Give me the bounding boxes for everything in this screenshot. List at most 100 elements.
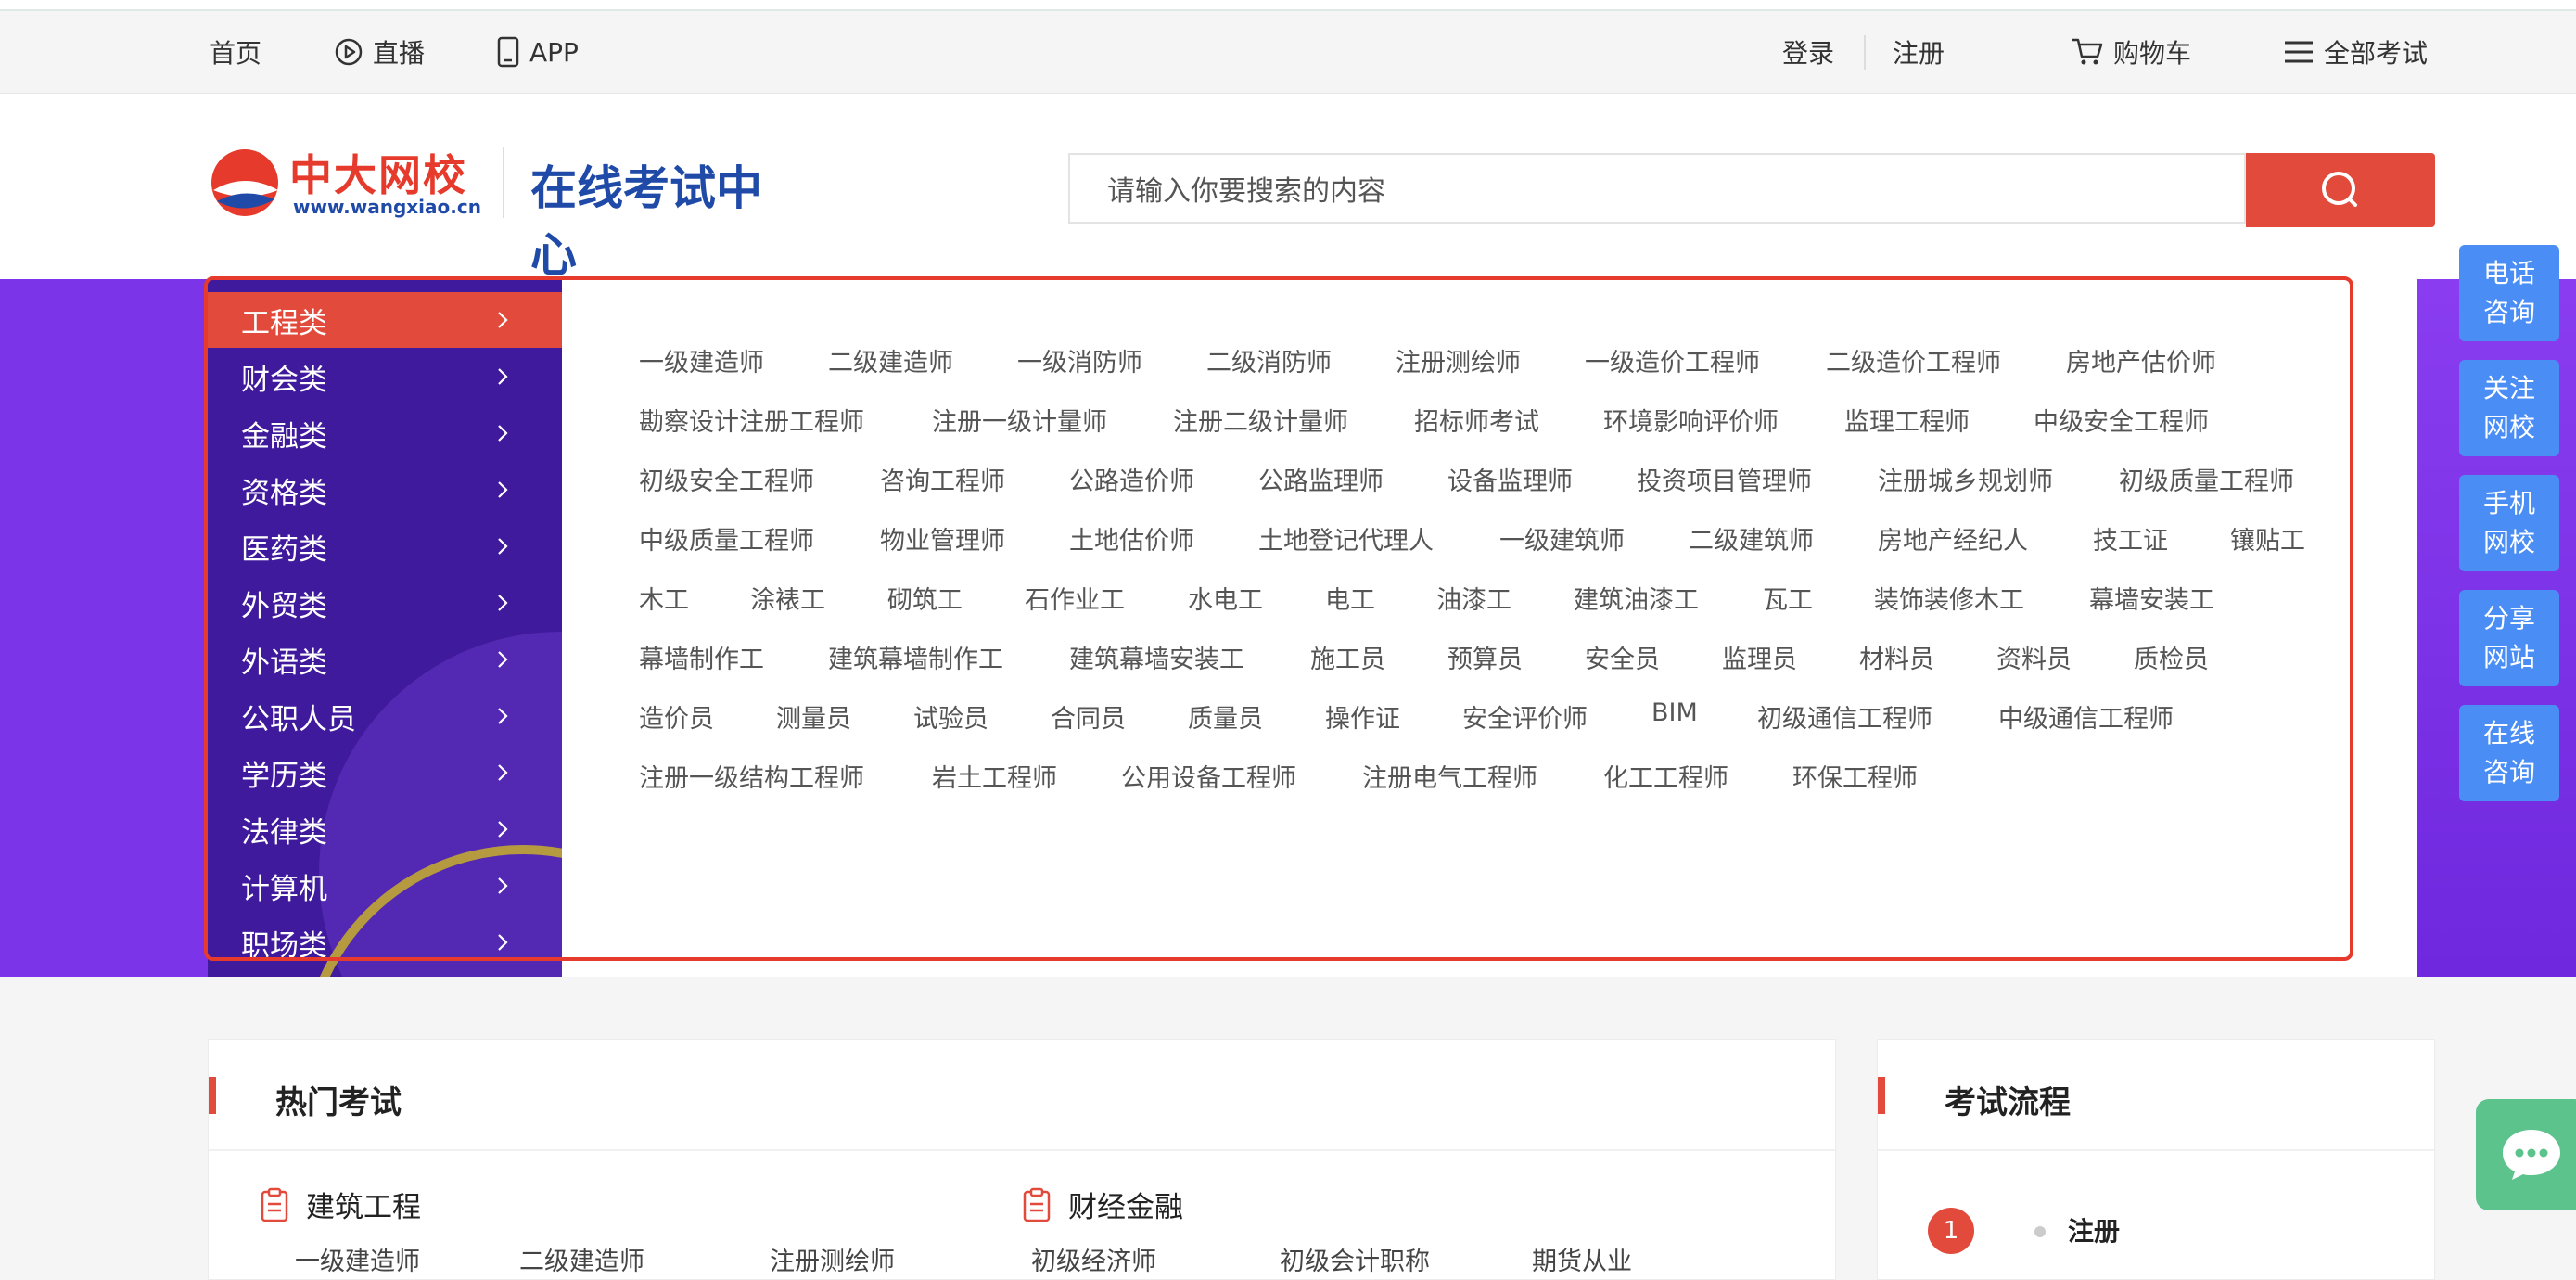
exam-link[interactable]: 监理工程师 (1844, 402, 1970, 438)
side-action-button[interactable]: 分享 网站 (2459, 590, 2559, 686)
category-item[interactable]: 工程类 (208, 292, 562, 348)
exam-link[interactable]: 技工证 (2093, 520, 2168, 557)
category-item[interactable]: 外贸类 (208, 575, 562, 631)
exam-link[interactable]: 房地产估价师 (2066, 342, 2216, 378)
side-action-button[interactable]: 关注 网校 (2459, 360, 2559, 456)
exam-link[interactable]: 注册二级计量师 (1173, 402, 1348, 438)
exam-link[interactable]: 二级造价工程师 (1826, 342, 2001, 378)
exam-link[interactable]: 勘察设计注册工程师 (639, 402, 864, 438)
exam-link[interactable]: 质量员 (1188, 698, 1263, 735)
exam-link[interactable]: 注册一级结构工程师 (639, 758, 864, 794)
exam-link[interactable]: 测量员 (776, 698, 851, 735)
exam-link[interactable]: 环境影响评价师 (1603, 402, 1779, 438)
exam-link[interactable]: 一级造价工程师 (1585, 342, 1760, 378)
exam-link[interactable]: 造价员 (639, 698, 714, 735)
site-logo[interactable]: 中大网校 www.wangxiao.cn 在线考试中心 (208, 142, 801, 282)
all-exams-menu[interactable]: 全部考试 (2283, 11, 2428, 93)
category-item[interactable]: 财会类 (208, 349, 562, 404)
exam-link[interactable]: 镶贴工 (2230, 520, 2305, 557)
exam-link[interactable]: 建筑幕墙安装工 (1069, 639, 1244, 675)
exam-link[interactable]: 公路监理师 (1258, 461, 1384, 497)
exam-link[interactable]: 注册城乡规划师 (1878, 461, 2053, 497)
exam-link[interactable]: 试验员 (913, 698, 988, 735)
exam-link[interactable]: 中级通信工程师 (1998, 698, 2174, 735)
category-item[interactable]: 职场类 (208, 915, 562, 970)
category-item[interactable]: 医药类 (208, 518, 562, 574)
hot-exam-link[interactable]: 注册测绘师 (770, 1241, 895, 1277)
exam-link[interactable]: 监理员 (1722, 639, 1797, 675)
exam-link[interactable]: 安全员 (1585, 639, 1660, 675)
exam-link[interactable]: 石作业工 (1025, 580, 1125, 616)
cart-link[interactable]: 购物车 (2071, 11, 2191, 93)
exam-link[interactable]: 注册一级计量师 (932, 402, 1107, 438)
exam-link[interactable]: 幕墙安装工 (2089, 580, 2214, 616)
exam-link[interactable]: 土地估价师 (1069, 520, 1194, 557)
exam-link[interactable]: 木工 (639, 580, 689, 616)
exam-link[interactable]: 施工员 (1310, 639, 1385, 675)
category-item[interactable]: 计算机 (208, 858, 562, 914)
exam-link[interactable]: 注册测绘师 (1396, 342, 1521, 378)
exam-link[interactable]: 设备监理师 (1447, 461, 1573, 497)
hot-group-finance[interactable]: 财经金融 (1022, 1184, 1183, 1225)
exam-link[interactable]: 建筑幕墙制作工 (828, 639, 1003, 675)
exam-link[interactable]: 中级安全工程师 (2034, 402, 2209, 438)
exam-link[interactable]: 涂裱工 (750, 580, 825, 616)
exam-link[interactable]: 初级安全工程师 (639, 461, 814, 497)
chat-button[interactable] (2476, 1099, 2576, 1210)
exam-link[interactable]: 安全评价师 (1462, 698, 1588, 735)
exam-link[interactable]: 瓦工 (1763, 580, 1813, 616)
search-input[interactable]: 请输入你要搜索的内容 (1068, 153, 2246, 224)
exam-link[interactable]: 岩土工程师 (932, 758, 1057, 794)
category-item[interactable]: 金融类 (208, 405, 562, 461)
exam-link[interactable]: 材料员 (1859, 639, 1934, 675)
exam-link[interactable]: 公用设备工程师 (1121, 758, 1296, 794)
exam-link[interactable]: 砌筑工 (887, 580, 963, 616)
step-label[interactable]: 注册 (2068, 1211, 2120, 1248)
side-action-button[interactable]: 在线 咨询 (2459, 705, 2559, 801)
category-item[interactable]: 公职人员 (208, 688, 562, 744)
exam-link[interactable]: 房地产经纪人 (1878, 520, 2028, 557)
register-link[interactable]: 注册 (1893, 11, 1945, 93)
exam-link[interactable]: 二级建筑师 (1689, 520, 1814, 557)
exam-link[interactable]: 幕墙制作工 (639, 639, 764, 675)
exam-link[interactable]: 化工工程师 (1603, 758, 1728, 794)
search-button[interactable] (2246, 153, 2435, 227)
exam-link[interactable]: 二级建造师 (828, 342, 953, 378)
exam-link[interactable]: 水电工 (1188, 580, 1263, 616)
exam-link[interactable]: 电工 (1325, 580, 1375, 616)
nav-live-link[interactable]: 直播 (334, 11, 425, 93)
exam-link[interactable]: 油漆工 (1436, 580, 1511, 616)
hot-exam-link[interactable]: 二级建造师 (519, 1241, 644, 1277)
exam-link[interactable]: 操作证 (1325, 698, 1400, 735)
exam-link[interactable]: 物业管理师 (880, 520, 1005, 557)
category-item[interactable]: 外语类 (208, 632, 562, 687)
category-item[interactable]: 法律类 (208, 801, 562, 857)
nav-app-link[interactable]: APP (496, 11, 579, 93)
exam-link[interactable]: 一级建筑师 (1499, 520, 1625, 557)
exam-link[interactable]: 中级质量工程师 (639, 520, 814, 557)
hot-exam-link[interactable]: 期货从业 (1532, 1241, 1632, 1277)
exam-link[interactable]: 招标师考试 (1414, 402, 1539, 438)
exam-link[interactable]: 土地登记代理人 (1258, 520, 1434, 557)
exam-link[interactable]: 预算员 (1447, 639, 1523, 675)
exam-link[interactable]: 装饰装修木工 (1874, 580, 2024, 616)
hot-exam-link[interactable]: 初级会计职称 (1280, 1241, 1430, 1277)
login-link[interactable]: 登录 (1782, 11, 1834, 93)
side-action-button[interactable]: 手机 网校 (2459, 475, 2559, 571)
hot-exam-link[interactable]: 初级经济师 (1031, 1241, 1156, 1277)
exam-link[interactable]: 投资项目管理师 (1637, 461, 1812, 497)
exam-link[interactable]: 合同员 (1051, 698, 1126, 735)
category-item[interactable]: 资格类 (208, 462, 562, 518)
hot-group-building[interactable]: 建筑工程 (260, 1184, 421, 1225)
exam-link[interactable]: 建筑油漆工 (1574, 580, 1699, 616)
exam-link[interactable]: 一级建造师 (639, 342, 764, 378)
exam-link[interactable]: 一级消防师 (1017, 342, 1142, 378)
hot-exam-link[interactable]: 一级建造师 (295, 1241, 420, 1277)
exam-link[interactable]: 环保工程师 (1792, 758, 1918, 794)
exam-link[interactable]: 咨询工程师 (880, 461, 1005, 497)
side-action-button[interactable]: 电话 咨询 (2459, 245, 2559, 341)
exam-link[interactable]: 初级质量工程师 (2119, 461, 2294, 497)
exam-link[interactable]: BIM (1651, 698, 1698, 727)
exam-link[interactable]: 二级消防师 (1206, 342, 1332, 378)
exam-link[interactable]: 初级通信工程师 (1757, 698, 1932, 735)
